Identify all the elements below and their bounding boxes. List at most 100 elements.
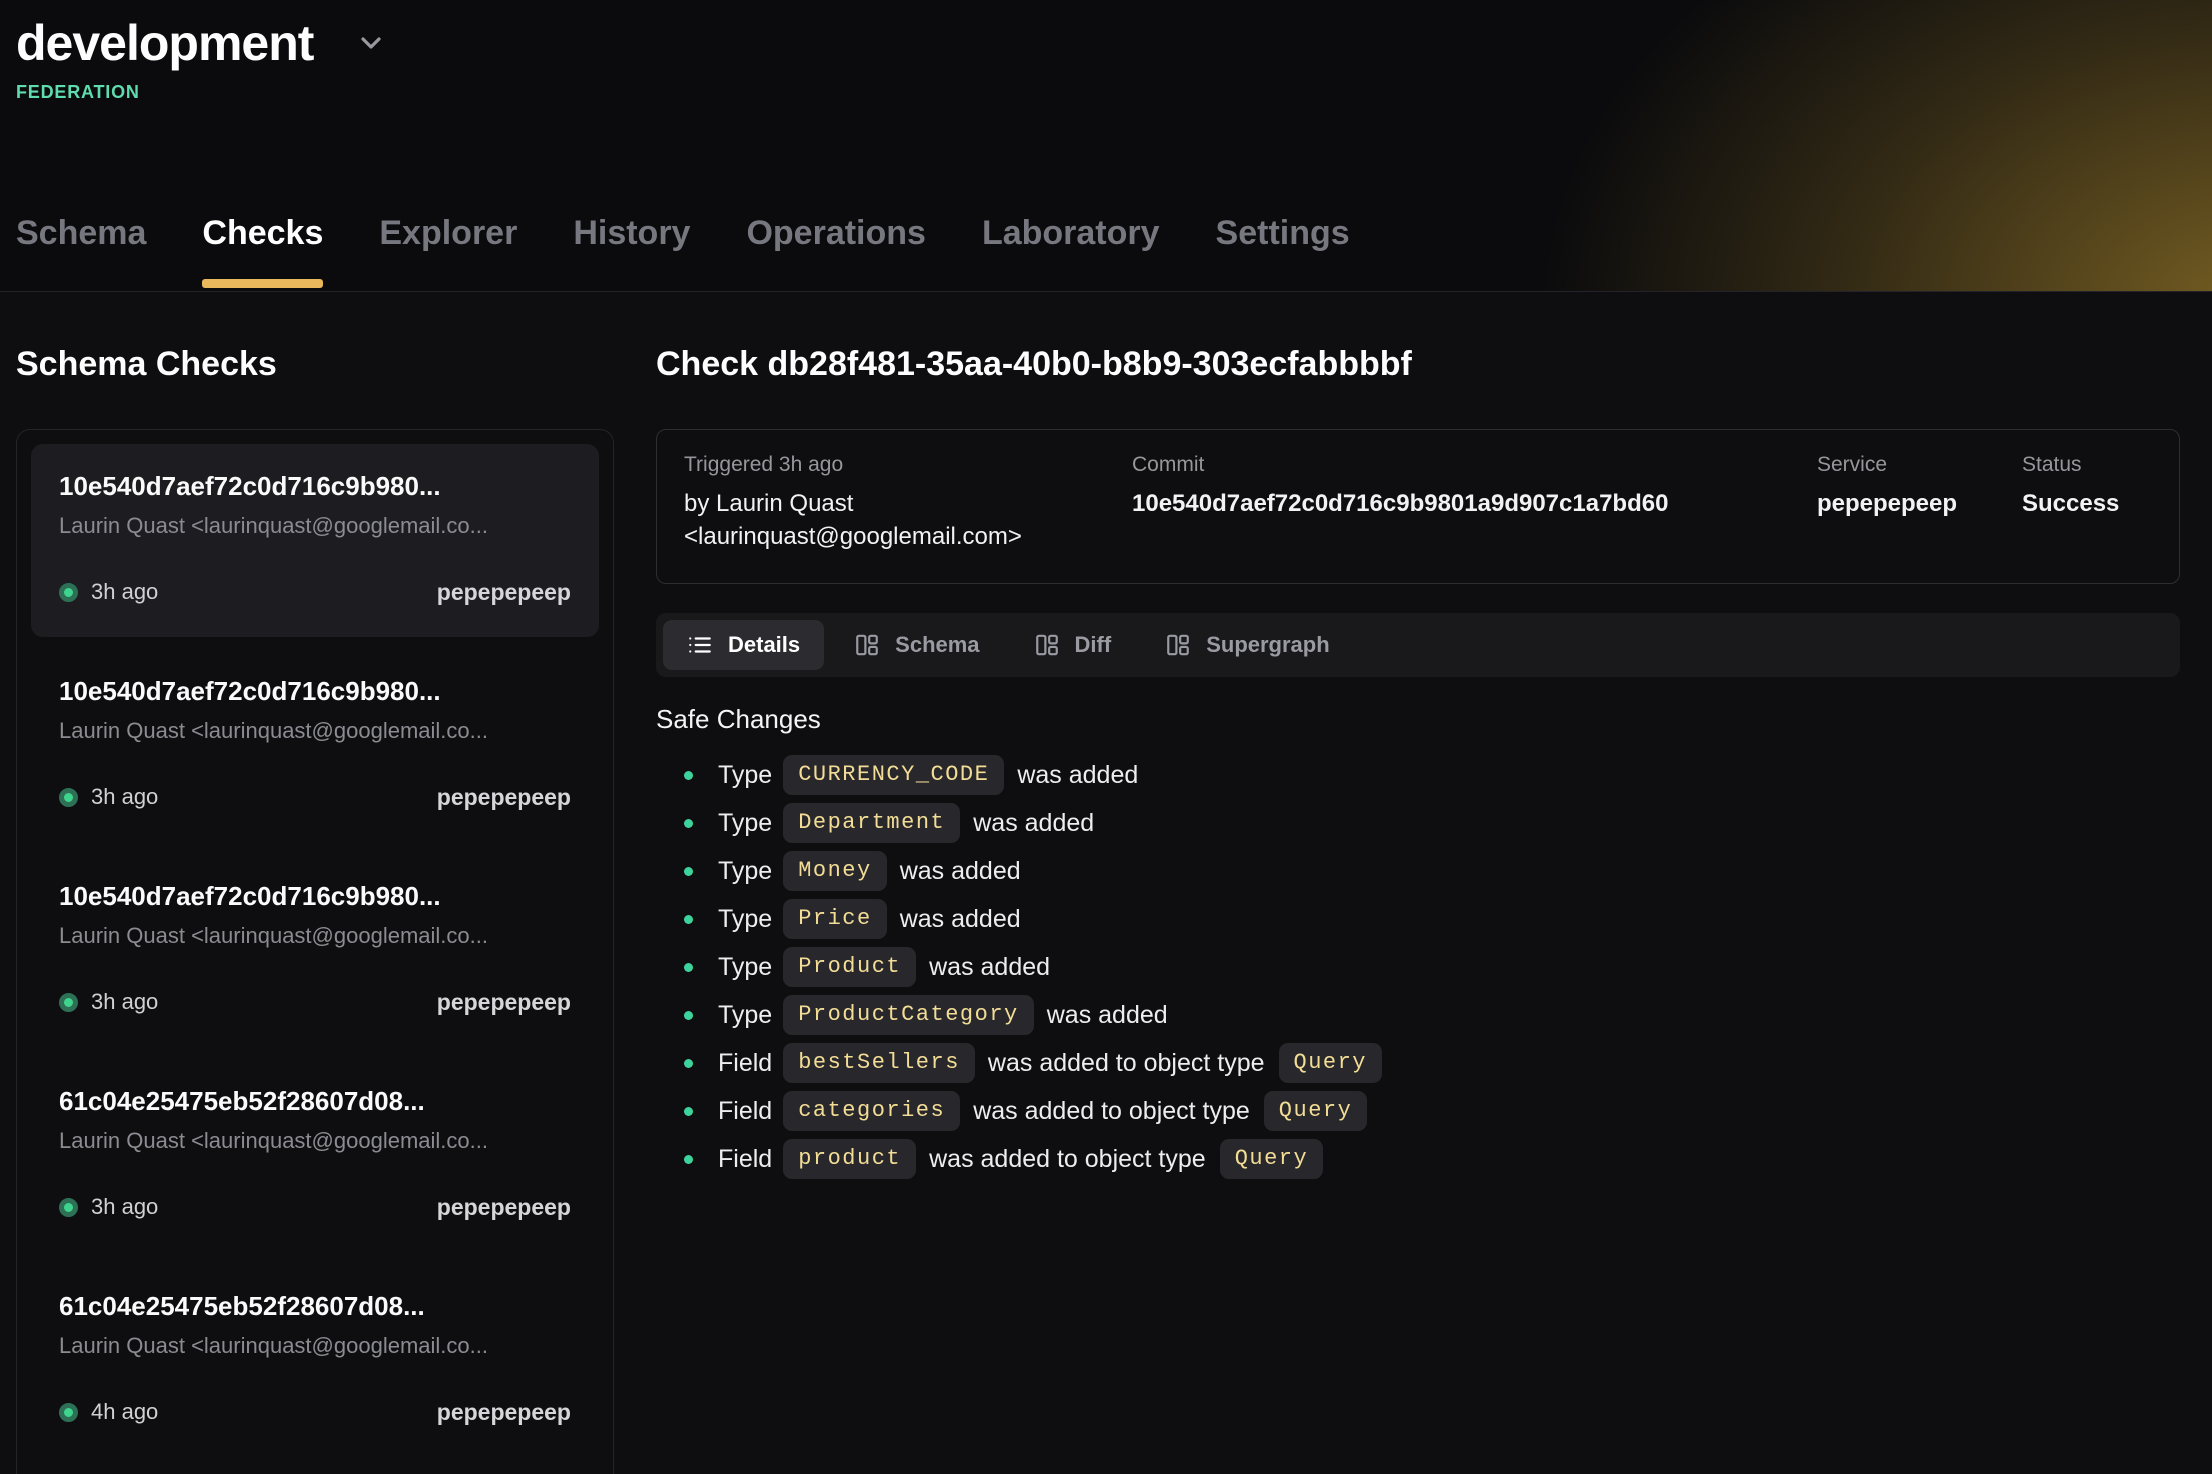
change-item: Type Department was added bbox=[656, 799, 2180, 847]
change-code-badge: ProductCategory bbox=[783, 995, 1034, 1035]
columns-icon bbox=[1165, 632, 1191, 658]
status-dot-icon bbox=[59, 1198, 78, 1217]
nav-tab-laboratory[interactable]: Laboratory bbox=[982, 214, 1160, 291]
check-list-item[interactable]: 61c04e25475eb52f28607d08... Laurin Quast… bbox=[31, 1264, 599, 1457]
change-item: Field bestSellers was added to object ty… bbox=[656, 1039, 2180, 1087]
check-time: 3h ago bbox=[91, 784, 158, 810]
check-time: 3h ago bbox=[91, 989, 158, 1015]
nav-tab-operations[interactable]: Operations bbox=[746, 214, 925, 291]
commit-label: Commit bbox=[1132, 453, 1817, 477]
view-tab-schema[interactable]: Schema bbox=[830, 620, 1003, 670]
check-id: 10e540d7aef72c0d716c9b980... bbox=[59, 676, 571, 707]
view-tab-label: Supergraph bbox=[1206, 632, 1329, 658]
change-code-badge: Money bbox=[783, 851, 887, 891]
nav-tab-checks[interactable]: Checks bbox=[202, 214, 323, 291]
bullet-dot bbox=[684, 915, 693, 924]
bullet-dot bbox=[684, 1155, 693, 1164]
change-code-badge: Query bbox=[1220, 1139, 1324, 1179]
status-dot-icon bbox=[59, 993, 78, 1012]
meta-status: Status Success bbox=[2022, 453, 2152, 553]
project-switcher-button[interactable] bbox=[355, 27, 387, 59]
check-id: 10e540d7aef72c0d716c9b980... bbox=[59, 881, 571, 912]
check-author: Laurin Quast <laurinquast@googlemail.co.… bbox=[59, 513, 571, 539]
nav-tab-schema[interactable]: Schema bbox=[16, 214, 146, 291]
check-view-tabs: Details Schema Diff Supergraph bbox=[656, 613, 2180, 677]
check-meta-box: Triggered 3h ago by Laurin Quast <laurin… bbox=[656, 429, 2180, 584]
status-label: Status bbox=[2022, 453, 2152, 477]
bullet-dot bbox=[684, 1011, 693, 1020]
status-dot-icon bbox=[59, 788, 78, 807]
view-tab-details[interactable]: Details bbox=[663, 620, 824, 670]
meta-service: Service pepepepeep bbox=[1817, 453, 2022, 553]
view-tab-diff[interactable]: Diff bbox=[1010, 620, 1136, 670]
check-list-item[interactable]: 10e540d7aef72c0d716c9b980... Laurin Quas… bbox=[31, 854, 599, 1047]
columns-icon bbox=[1034, 632, 1060, 658]
changes-list: Type CURRENCY_CODE was added Type Depart… bbox=[656, 751, 2180, 1183]
change-item: Type Product was added bbox=[656, 943, 2180, 991]
columns-icon bbox=[854, 632, 880, 658]
check-service: pepepepeep bbox=[437, 784, 571, 811]
nav-tab-explorer[interactable]: Explorer bbox=[379, 214, 517, 291]
view-tab-label: Schema bbox=[895, 632, 979, 658]
sidebar-title: Schema Checks bbox=[16, 344, 614, 385]
triggered-by: by Laurin Quast bbox=[684, 487, 1132, 520]
safe-changes-title: Safe Changes bbox=[656, 704, 2180, 735]
view-tab-label: Details bbox=[728, 632, 800, 658]
bullet-dot bbox=[684, 1059, 693, 1068]
change-text: was added bbox=[1017, 761, 1138, 790]
meta-commit: Commit 10e540d7aef72c0d716c9b9801a9d907c… bbox=[1132, 453, 1817, 553]
schema-checks-sidebar: Schema Checks 10e540d7aef72c0d716c9b980.… bbox=[16, 292, 614, 1474]
project-header: development FEDERATION bbox=[16, 14, 387, 103]
status-dot-icon bbox=[59, 1403, 78, 1422]
change-kind: Type bbox=[718, 761, 772, 790]
status-value: Success bbox=[2022, 487, 2152, 520]
change-text: was added bbox=[900, 857, 1021, 886]
status-dot-icon bbox=[59, 583, 78, 602]
nav-tab-settings[interactable]: Settings bbox=[1216, 214, 1350, 291]
bullet-dot bbox=[684, 819, 693, 828]
change-item: Field product was added to object type Q… bbox=[656, 1135, 2180, 1183]
check-id: 61c04e25475eb52f28607d08... bbox=[59, 1086, 571, 1117]
change-code-badge: Price bbox=[783, 899, 887, 939]
check-id: 61c04e25475eb52f28607d08... bbox=[59, 1291, 571, 1322]
check-list-item[interactable]: 10e540d7aef72c0d716c9b980... Laurin Quas… bbox=[31, 649, 599, 842]
check-author: Laurin Quast <laurinquast@googlemail.co.… bbox=[59, 1128, 571, 1154]
check-service: pepepepeep bbox=[437, 1194, 571, 1221]
change-code-badge: Query bbox=[1264, 1091, 1368, 1131]
chevron-down-icon bbox=[355, 27, 387, 59]
check-service: pepepepeep bbox=[437, 579, 571, 606]
project-type-badge: FEDERATION bbox=[16, 82, 387, 103]
check-list-item[interactable]: 61c04e25475eb52f28607d08... Laurin Quast… bbox=[31, 1059, 599, 1252]
service-label: Service bbox=[1817, 453, 2022, 477]
bullet-dot bbox=[684, 1107, 693, 1116]
triggered-label: Triggered 3h ago bbox=[684, 453, 1132, 477]
check-list-item[interactable]: 10e540d7aef72c0d716c9b980... Laurin Quas… bbox=[31, 444, 599, 637]
change-text: was added bbox=[973, 809, 1094, 838]
change-code-badge: CURRENCY_CODE bbox=[783, 755, 1004, 795]
check-detail-title: Check db28f481-35aa-40b0-b8b9-303ecfabbb… bbox=[656, 344, 2180, 385]
change-kind: Type bbox=[718, 857, 772, 886]
check-id: 10e540d7aef72c0d716c9b980... bbox=[59, 471, 571, 502]
change-kind: Type bbox=[718, 905, 772, 934]
change-code-badge: Department bbox=[783, 803, 960, 843]
change-kind: Type bbox=[718, 1001, 772, 1030]
change-code-badge: Product bbox=[783, 947, 916, 987]
triggered-email: <laurinquast@googlemail.com> bbox=[684, 520, 1132, 553]
change-text: was added bbox=[900, 905, 1021, 934]
page-header: development FEDERATION Schema Checks Exp… bbox=[0, 0, 2212, 292]
change-kind: Field bbox=[718, 1049, 772, 1078]
change-text: was added bbox=[1047, 1001, 1168, 1030]
change-item: Field categories was added to object typ… bbox=[656, 1087, 2180, 1135]
change-kind: Type bbox=[718, 809, 772, 838]
change-code-badge: Query bbox=[1279, 1043, 1383, 1083]
view-tab-supergraph[interactable]: Supergraph bbox=[1141, 620, 1353, 670]
change-item: Type CURRENCY_CODE was added bbox=[656, 751, 2180, 799]
check-author: Laurin Quast <laurinquast@googlemail.co.… bbox=[59, 923, 571, 949]
bullet-dot bbox=[684, 963, 693, 972]
content-area: Schema Checks 10e540d7aef72c0d716c9b980.… bbox=[0, 292, 2212, 1474]
nav-tab-history[interactable]: History bbox=[573, 214, 690, 291]
change-text: was added to object type bbox=[929, 1145, 1206, 1174]
change-code-badge: categories bbox=[783, 1091, 960, 1131]
change-code-badge: bestSellers bbox=[783, 1043, 975, 1083]
change-text: was added to object type bbox=[973, 1097, 1250, 1126]
